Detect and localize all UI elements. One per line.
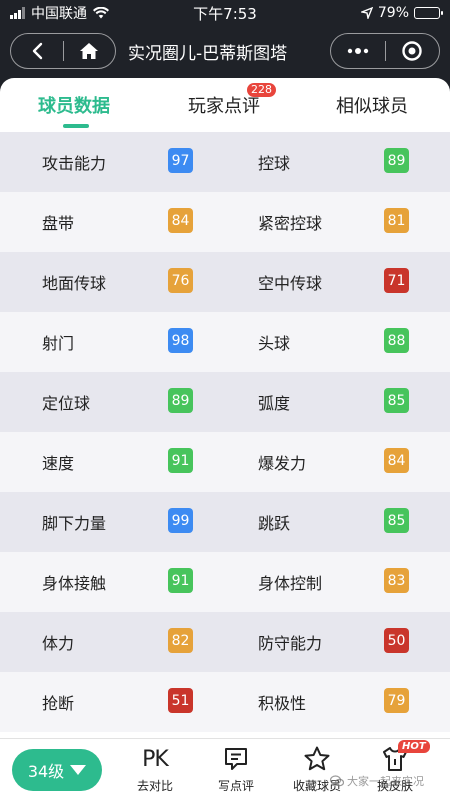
stat-label: 积极性 xyxy=(258,694,307,713)
stat-row: 体力 82 防守能力 50 xyxy=(0,612,450,672)
stat-value-badge: 98 xyxy=(168,328,193,353)
stat-value-badge: 84 xyxy=(168,208,193,233)
tab-bar: 球员数据 玩家点评 228 相似球员 xyxy=(0,78,450,132)
back-icon xyxy=(32,42,42,60)
stat-value-badge: 84 xyxy=(384,448,409,473)
pk-icon: PK xyxy=(142,746,169,772)
stat-label: 盘带 xyxy=(42,214,75,233)
stat-row: 脚下力量 99 跳跃 85 xyxy=(0,492,450,552)
stat-label: 身体接触 xyxy=(42,574,107,593)
review-count-badge: 228 xyxy=(247,83,276,97)
stat-label: 控球 xyxy=(258,154,291,173)
hot-badge: HOT xyxy=(398,740,430,753)
nav-bar: 实况圈儿-巴蒂斯图塔 xyxy=(0,26,450,76)
stat-label: 地面传球 xyxy=(42,274,107,293)
stat-label: 防守能力 xyxy=(258,634,323,653)
stat-value-badge: 85 xyxy=(384,388,409,413)
stat-label: 体力 xyxy=(42,634,75,653)
stat-label: 速度 xyxy=(42,454,75,473)
tab-similar-players[interactable]: 相似球员 xyxy=(336,92,408,118)
favorite-player-button[interactable]: 收藏球员 xyxy=(282,743,352,799)
stat-label: 弧度 xyxy=(258,394,291,413)
stat-value-badge: 88 xyxy=(384,328,409,353)
stat-label: 定位球 xyxy=(42,394,91,413)
stat-value-badge: 91 xyxy=(168,568,193,593)
tab-player-reviews[interactable]: 玩家点评 xyxy=(188,92,260,118)
stat-row: 攻击能力 97 控球 89 xyxy=(0,132,450,192)
level-label: 34级 xyxy=(27,762,65,781)
status-right: 79% xyxy=(360,5,443,21)
stat-row: 地面传球 76 空中传球 71 xyxy=(0,252,450,312)
stat-label: 脚下力量 xyxy=(42,514,107,533)
nav-right-capsule xyxy=(330,33,440,69)
wechat-channel-icon xyxy=(330,775,344,787)
stat-value-badge: 97 xyxy=(168,148,193,173)
stats-list: 攻击能力 97 控球 89 盘带 84 紧密控球 81 地面传球 76 空中传球 71 射门 98 头球 88… xyxy=(0,132,450,738)
stat-row: 定位球 89 弧度 85 xyxy=(0,372,450,432)
stat-label: 攻击能力 xyxy=(42,154,107,173)
watermark: 大家一起来实况 xyxy=(330,773,424,789)
stat-row: 身体接触 91 身体控制 83 xyxy=(0,552,450,612)
stat-label: 紧密控球 xyxy=(258,214,323,233)
stat-value-badge: 76 xyxy=(168,268,193,293)
stat-row: 速度 91 爆发力 84 xyxy=(0,432,450,492)
stat-value-badge: 89 xyxy=(168,388,193,413)
active-tab-indicator xyxy=(63,124,89,128)
stat-value-badge: 89 xyxy=(384,148,409,173)
level-select-button[interactable]: 34级 xyxy=(12,749,102,791)
compare-button[interactable]: PK 去对比 xyxy=(120,743,190,799)
star-icon xyxy=(304,746,330,771)
stat-row: 射门 98 头球 88 xyxy=(0,312,450,372)
location-arrow-icon xyxy=(360,7,373,19)
write-review-label: 写点评 xyxy=(217,779,254,793)
stat-label: 爆发力 xyxy=(258,454,307,473)
stat-label: 抢断 xyxy=(42,694,75,713)
stat-label: 跳跃 xyxy=(258,514,291,533)
stat-label: 射门 xyxy=(42,334,75,353)
stat-value-badge: 85 xyxy=(384,508,409,533)
home-icon xyxy=(80,43,99,59)
stat-value-badge: 83 xyxy=(384,568,409,593)
stat-row: 盘带 84 紧密控球 81 xyxy=(0,192,450,252)
dropdown-triangle-icon xyxy=(70,765,87,775)
stat-label: 空中传球 xyxy=(258,274,323,293)
stat-value-badge: 71 xyxy=(384,268,409,293)
page-title: 实况圈儿-巴蒂斯图塔 xyxy=(128,44,288,64)
nav-left-capsule xyxy=(10,33,116,69)
stat-value-badge: 51 xyxy=(168,688,193,713)
close-target-icon xyxy=(402,41,422,61)
more-button[interactable] xyxy=(331,34,385,68)
stat-value-badge: 50 xyxy=(384,628,409,653)
stat-row: 抢断 51 积极性 79 xyxy=(0,672,450,732)
stat-label: 头球 xyxy=(258,334,291,353)
home-button[interactable] xyxy=(63,34,115,68)
more-icon xyxy=(347,48,368,54)
watermark-text: 大家一起来实况 xyxy=(347,775,424,788)
stat-label: 身体控制 xyxy=(258,574,323,593)
battery-icon xyxy=(414,7,443,19)
tab-player-data[interactable]: 球员数据 xyxy=(38,92,110,118)
compare-label: 去对比 xyxy=(136,779,173,793)
stat-value-badge: 79 xyxy=(384,688,409,713)
bottom-toolbar: 34级 PK 去对比 写点评 收藏球员 换皮肤 xyxy=(0,738,450,800)
status-bar: 中国联通 下午7:53 79% xyxy=(0,0,450,26)
write-review-button[interactable]: 写点评 xyxy=(201,743,271,799)
close-miniprogram-button[interactable] xyxy=(385,34,439,68)
battery-percent: 79% xyxy=(377,5,409,21)
stat-value-badge: 91 xyxy=(168,448,193,473)
stat-value-badge: 99 xyxy=(168,508,193,533)
stat-value-badge: 81 xyxy=(384,208,409,233)
comment-icon xyxy=(225,748,247,770)
back-button[interactable] xyxy=(11,34,63,68)
stat-value-badge: 82 xyxy=(168,628,193,653)
